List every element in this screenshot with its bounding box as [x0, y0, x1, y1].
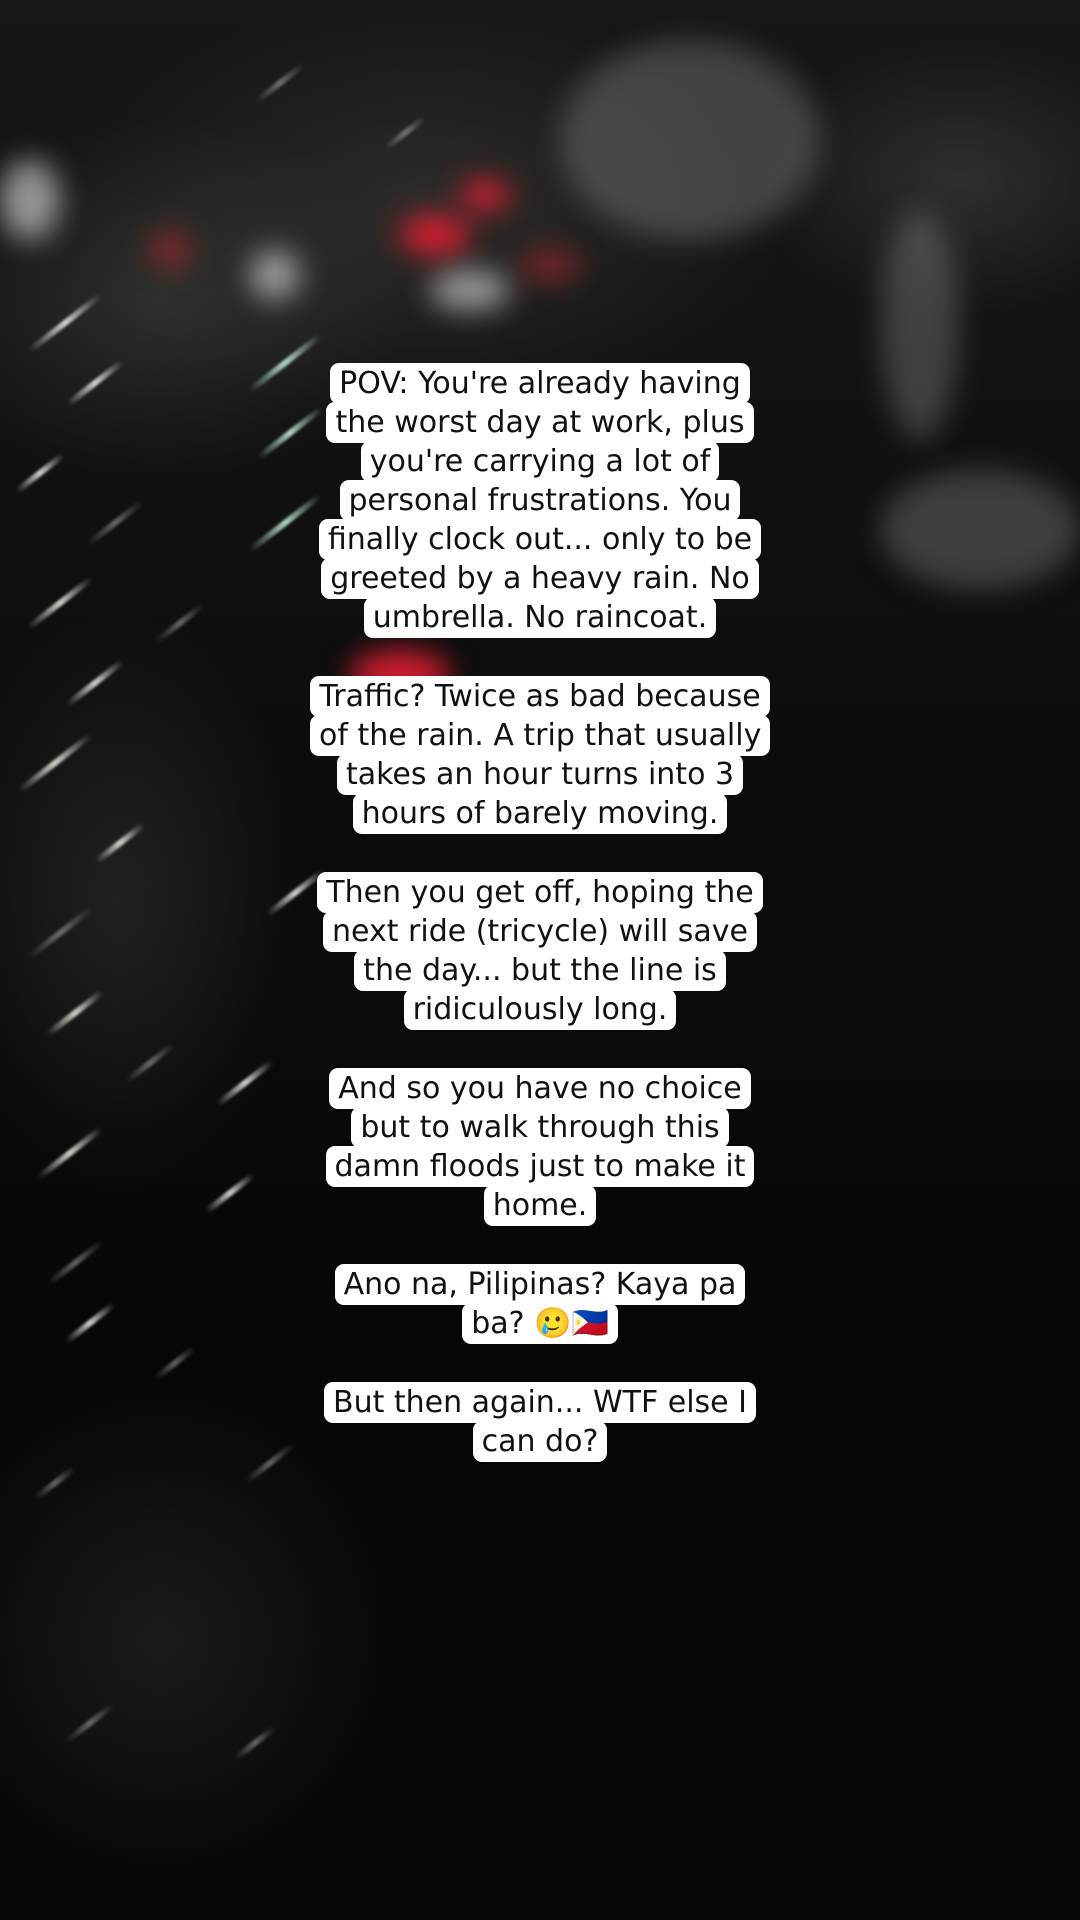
light-streak: [14, 452, 66, 494]
curb-blur: [880, 470, 1080, 590]
light-streak: [153, 1345, 197, 1381]
light-streak: [94, 822, 146, 864]
pedestrian-blur: [880, 210, 960, 440]
light-streak: [233, 1725, 277, 1761]
light-streak: [244, 1442, 296, 1484]
headlight-glow: [250, 250, 300, 300]
tail-light: [520, 250, 580, 280]
caption-text: Traffic? Twice as bad because of the rai…: [310, 676, 771, 834]
caption-block: And so you have no choice but to walk th…: [310, 1068, 770, 1226]
tail-light: [460, 180, 510, 210]
light-streak: [45, 1239, 105, 1287]
light-streak: [383, 115, 427, 151]
light-streak: [154, 602, 206, 644]
caption-text: POV: You're already having the worst day…: [318, 363, 762, 638]
light-streak: [65, 659, 125, 707]
light-streak: [85, 499, 145, 547]
caption-text: Ano na, Pilipinas? Kaya pa ba? 🥲🇵🇭: [334, 1264, 746, 1344]
caption-block: Ano na, Pilipinas? Kaya pa ba? 🥲🇵🇭: [310, 1264, 770, 1344]
caption-block: Traffic? Twice as bad because of the rai…: [310, 676, 771, 834]
caption-text: But then again... WTF else I can do?: [323, 1382, 757, 1462]
light-streak: [254, 62, 306, 104]
light-streak: [45, 989, 105, 1037]
caption-text: And so you have no choice but to walk th…: [325, 1068, 755, 1226]
light-streak: [17, 732, 93, 794]
light-streak: [64, 1302, 116, 1344]
caption-stack: POV: You're already having the worst day…: [310, 363, 771, 1501]
crowd-blur: [560, 40, 820, 240]
caption-block: Then you get off, hoping the next ride (…: [310, 872, 770, 1030]
caption-text: Then you get off, hoping the next ride (…: [317, 872, 763, 1030]
light-streak: [64, 1702, 116, 1744]
light-streak: [26, 906, 94, 960]
headlight-glow: [0, 160, 60, 240]
tail-light-reflection: [150, 230, 190, 270]
light-streak: [33, 1465, 77, 1501]
light-streak: [36, 1126, 104, 1180]
caption-block: But then again... WTF else I can do?: [310, 1382, 770, 1462]
light-streak: [124, 1042, 176, 1084]
headlight-glow: [430, 270, 510, 310]
light-streak: [215, 1059, 275, 1107]
caption-block: POV: You're already having the worst day…: [310, 363, 770, 638]
tail-light: [400, 215, 470, 255]
light-streak: [204, 1172, 256, 1214]
light-streak: [26, 576, 94, 630]
light-streak: [27, 292, 103, 354]
light-streak: [65, 359, 125, 407]
